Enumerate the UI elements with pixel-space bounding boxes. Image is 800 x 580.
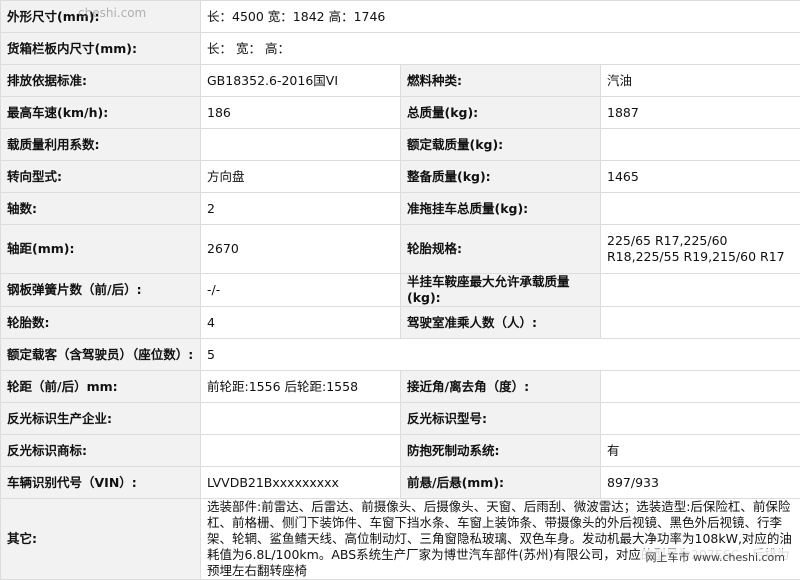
table-row: 最高车速(km/h): 186 总质量(kg): 1887 bbox=[1, 97, 800, 129]
label-vin: 车辆识别代号（VIN）: bbox=[1, 467, 201, 499]
label-trailer-mass: 准拖挂车总质量(kg): bbox=[401, 193, 601, 225]
value-approach-departure bbox=[601, 371, 800, 403]
value-cab-capacity bbox=[601, 307, 800, 339]
value-reflector-maker bbox=[201, 403, 401, 435]
label-other: 其它: bbox=[1, 499, 201, 580]
table-row: 钢板弹簧片数（前/后）: -/- 半挂车鞍座最大允许承载质量(kg): bbox=[1, 274, 800, 307]
value-rated-load bbox=[601, 129, 800, 161]
value-wheelbase: 2670 bbox=[201, 225, 401, 274]
table-row: 轴数: 2 准拖挂车总质量(kg): bbox=[1, 193, 800, 225]
label-cargo-box: 货箱栏板内尺寸(mm): bbox=[1, 33, 201, 65]
spec-table-body: 外形尺寸(mm): 长：4500 宽：1842 高：1746 货箱栏板内尺寸(m… bbox=[1, 1, 800, 580]
value-dimensions: 长：4500 宽：1842 高：1746 bbox=[201, 1, 800, 33]
label-axle-count: 轴数: bbox=[1, 193, 201, 225]
label-reflector-brand: 反光标识商标: bbox=[1, 435, 201, 467]
label-saddle-load: 半挂车鞍座最大允许承载质量(kg): bbox=[401, 274, 601, 307]
table-row: 载质量利用系数: 额定载质量(kg): bbox=[1, 129, 800, 161]
value-overhang: 897/933 bbox=[601, 467, 800, 499]
label-seating: 额定载客（含驾驶员）（座位数）: bbox=[1, 339, 201, 371]
table-row: 转向型式: 方向盘 整备质量(kg): 1465 bbox=[1, 161, 800, 193]
value-steering-type: 方向盘 bbox=[201, 161, 401, 193]
label-leaf-springs: 钢板弹簧片数（前/后）: bbox=[1, 274, 201, 307]
table-row: 车辆识别代号（VIN）: LVVDB21Bxxxxxxxxx 前悬/后悬(mm)… bbox=[1, 467, 800, 499]
label-rated-load: 额定载质量(kg): bbox=[401, 129, 601, 161]
value-fuel-type: 汽油 bbox=[601, 65, 800, 97]
value-leaf-springs: -/- bbox=[201, 274, 401, 307]
value-tire-count: 4 bbox=[201, 307, 401, 339]
label-cab-capacity: 驾驶室准乘人数（人）: bbox=[401, 307, 601, 339]
value-load-utilization bbox=[201, 129, 401, 161]
label-abs: 防抱死制动系统: bbox=[401, 435, 601, 467]
label-approach-departure: 接近角/离去角（度）: bbox=[401, 371, 601, 403]
value-seating: 5 bbox=[201, 339, 800, 371]
value-emission-standard: GB18352.6-2016国VI bbox=[201, 65, 401, 97]
label-dimensions: 外形尺寸(mm): bbox=[1, 1, 201, 33]
label-reflector-maker: 反光标识生产企业: bbox=[1, 403, 201, 435]
label-emission-standard: 排放依据标准: bbox=[1, 65, 201, 97]
value-reflector-model bbox=[601, 403, 800, 435]
label-track-width: 轮距（前/后）mm: bbox=[1, 371, 201, 403]
table-row: 反光标识生产企业: 反光标识型号: bbox=[1, 403, 800, 435]
label-tire-spec: 轮胎规格: bbox=[401, 225, 601, 274]
table-row: 其它: 选装部件:前雷达、后雷达、前摄像头、后摄像头、天窗、后雨刮、微波雷达；选… bbox=[1, 499, 800, 580]
value-curb-weight: 1465 bbox=[601, 161, 800, 193]
table-row: 反光标识商标: 防抱死制动系统: 有 bbox=[1, 435, 800, 467]
table-row: 货箱栏板内尺寸(mm): 长： 宽： 高： bbox=[1, 33, 800, 65]
value-max-speed: 186 bbox=[201, 97, 401, 129]
label-wheelbase: 轴距(mm): bbox=[1, 225, 201, 274]
label-load-utilization: 载质量利用系数: bbox=[1, 129, 201, 161]
value-axle-count: 2 bbox=[201, 193, 401, 225]
value-gross-mass: 1887 bbox=[601, 97, 800, 129]
table-row: 排放依据标准: GB18352.6-2016国VI 燃料种类: 汽油 bbox=[1, 65, 800, 97]
label-reflector-model: 反光标识型号: bbox=[401, 403, 601, 435]
value-saddle-load bbox=[601, 274, 800, 307]
value-trailer-mass bbox=[601, 193, 800, 225]
value-cargo-box: 长： 宽： 高： bbox=[201, 33, 800, 65]
value-vin: LVVDB21Bxxxxxxxxx bbox=[201, 467, 401, 499]
value-abs: 有 bbox=[601, 435, 800, 467]
table-row: 轮距（前/后）mm: 前轮距:1556 后轮距:1558 接近角/离去角（度）: bbox=[1, 371, 800, 403]
spec-table: 外形尺寸(mm): 长：4500 宽：1842 高：1746 货箱栏板内尺寸(m… bbox=[0, 0, 800, 580]
label-gross-mass: 总质量(kg): bbox=[401, 97, 601, 129]
value-track-width: 前轮距:1556 后轮距:1558 bbox=[201, 371, 401, 403]
label-steering-type: 转向型式: bbox=[1, 161, 201, 193]
value-other: 选装部件:前雷达、后雷达、前摄像头、后摄像头、天窗、后雨刮、微波雷达；选装造型:… bbox=[201, 499, 800, 580]
table-row: 额定载客（含驾驶员）（座位数）: 5 bbox=[1, 339, 800, 371]
label-curb-weight: 整备质量(kg): bbox=[401, 161, 601, 193]
table-row: 轮胎数: 4 驾驶室准乘人数（人）: bbox=[1, 307, 800, 339]
table-row: 外形尺寸(mm): 长：4500 宽：1842 高：1746 bbox=[1, 1, 800, 33]
label-max-speed: 最高车速(km/h): bbox=[1, 97, 201, 129]
label-tire-count: 轮胎数: bbox=[1, 307, 201, 339]
value-tire-spec: 225/65 R17,225/60 R18,225/55 R19,215/60 … bbox=[601, 225, 800, 274]
table-row: 轴距(mm): 2670 轮胎规格: 225/65 R17,225/60 R18… bbox=[1, 225, 800, 274]
label-overhang: 前悬/后悬(mm): bbox=[401, 467, 601, 499]
value-reflector-brand bbox=[201, 435, 401, 467]
label-fuel-type: 燃料种类: bbox=[401, 65, 601, 97]
